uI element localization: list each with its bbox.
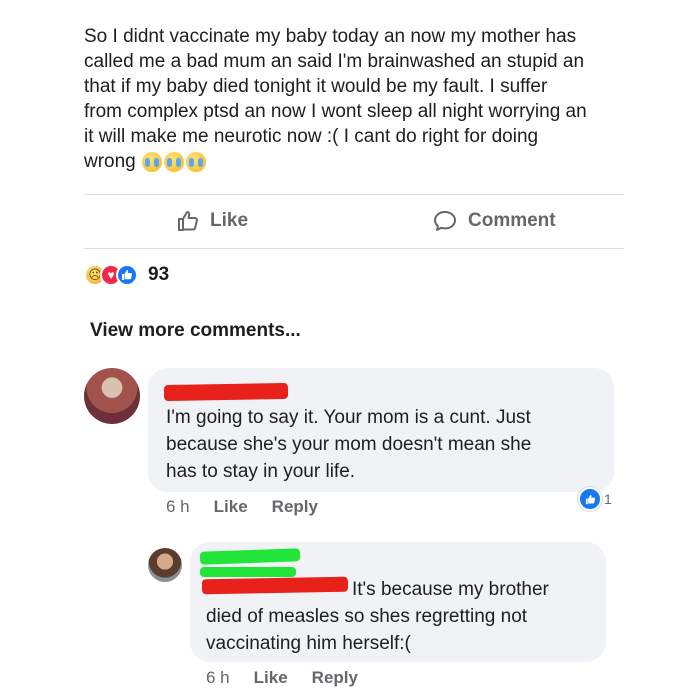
like-reaction-icon — [578, 487, 602, 511]
post-text: So I didnt vaccinate my baby today an no… — [84, 24, 644, 174]
thumbs-up-icon — [178, 211, 198, 231]
divider — [84, 248, 624, 249]
comment-meta: 6 h Like Reply — [166, 497, 318, 517]
view-more-comments-link[interactable]: View more comments... — [90, 320, 301, 342]
like-button-label: Like — [210, 210, 249, 231]
crying-face-icon — [185, 151, 206, 172]
reactions-summary[interactable]: ☹ ♥ 93 — [84, 264, 169, 286]
comment-text: I'm going to say it. Your mom is a cunt.… — [166, 407, 532, 482]
comment-like-link[interactable]: Like — [214, 497, 248, 517]
comment-text: It's because my brother died of measles … — [206, 579, 549, 654]
comment-like-count: 1 — [604, 491, 612, 507]
avatar[interactable] — [148, 548, 182, 582]
speech-bubble-icon — [434, 211, 456, 231]
comment-reply-link[interactable]: Reply — [272, 497, 318, 517]
emoji-row — [141, 151, 206, 172]
post-text-body: So I didnt vaccinate my baby today an no… — [84, 26, 587, 172]
comment-button-label: Comment — [468, 210, 556, 231]
comment-time: 6 h — [206, 668, 230, 687]
divider — [84, 194, 624, 195]
like-reaction-icon — [116, 264, 138, 286]
reaction-count: 93 — [148, 264, 170, 285]
comment-button[interactable]: Comment — [432, 206, 556, 236]
comment-like-badge[interactable]: 1 — [578, 487, 612, 511]
like-button[interactable]: Like — [176, 206, 248, 236]
comment-reply-link[interactable]: Reply — [312, 668, 358, 688]
comment-like-link[interactable]: Like — [254, 668, 288, 688]
redacted-author-name — [163, 382, 289, 402]
crying-face-icon — [163, 151, 184, 172]
comment-time: 6 h — [166, 497, 190, 516]
avatar[interactable] — [84, 368, 140, 424]
crying-face-icon — [141, 151, 162, 172]
comment-meta: 6 h Like Reply — [206, 668, 358, 688]
